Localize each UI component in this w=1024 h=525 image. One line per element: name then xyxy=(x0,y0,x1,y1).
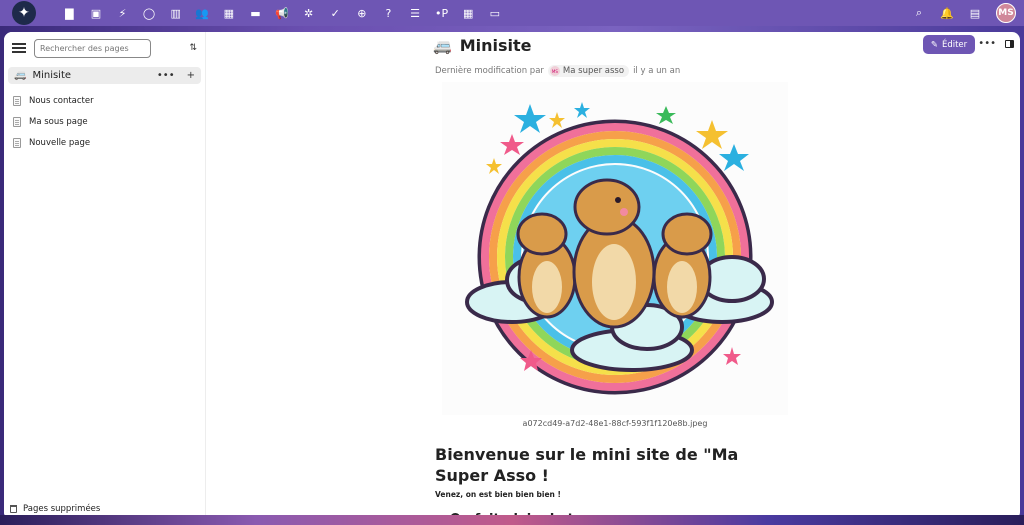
root-actions: ••• + xyxy=(157,70,195,81)
folder-icon[interactable]: ▇ xyxy=(56,0,83,26)
globe-glyph: ⊕ xyxy=(357,6,367,20)
collectives-glyph: •P xyxy=(435,6,449,20)
sidebar-item-label: Nous contacter xyxy=(29,95,94,106)
collectives-icon[interactable]: •P xyxy=(428,0,455,26)
root-page-label: Minisite xyxy=(32,70,72,81)
sidebar-item-label: Ma sous page xyxy=(29,116,88,127)
deleted-pages-label: Pages supprimées xyxy=(23,504,101,514)
image-caption: a072cd49-a7d2-48e1-88cf-593f1f120e8b.jpe… xyxy=(522,419,708,428)
last-modified: Dernière modification par MS Ma super as… xyxy=(435,65,680,77)
deck-icon[interactable]: ▥ xyxy=(162,0,189,26)
user-chip[interactable]: MS Ma super asso xyxy=(547,65,630,77)
sidebar-item-nous-contacter[interactable]: Nous contacter xyxy=(4,90,205,111)
table-icon[interactable]: ▦ xyxy=(455,0,482,26)
contacts-glyph: 👥 xyxy=(195,6,210,20)
search-circle-glyph: ◯ xyxy=(142,6,156,20)
table-glyph: ▦ xyxy=(463,6,474,20)
desktop-wallpaper-strip xyxy=(0,515,1024,525)
page-image xyxy=(442,82,788,415)
sidebar: ⇅ 🚐 Minisite ••• + Nous contacter Ma sou… xyxy=(4,32,206,520)
welcome-subtext: Venez, on est bien bien bien ! xyxy=(435,490,561,499)
deleted-pages-link[interactable]: Pages supprimées xyxy=(10,504,100,514)
pencil-icon: ✎ xyxy=(930,39,938,50)
page-icon xyxy=(13,137,21,148)
contacts-book-icon[interactable]: ▤ xyxy=(968,7,982,20)
page-icon xyxy=(13,95,21,106)
user-avatar[interactable]: MS xyxy=(996,3,1016,23)
photos-glyph: ▣ xyxy=(90,6,102,20)
more-options-icon[interactable]: ••• xyxy=(978,38,996,49)
app-launcher: ▇ ▣ ⚡ ◯ ▥ 👥 ▦ ▬ 📢 ✲ ✓ ⊕ ? ☰ •P ▦ ▭ xyxy=(56,0,508,26)
globe-icon[interactable]: ⊕ xyxy=(349,0,376,26)
help-glyph: ? xyxy=(385,6,392,20)
sidebar-root-page[interactable]: 🚐 Minisite ••• + xyxy=(8,67,201,84)
top-navigation-bar: ✦ ▇ ▣ ⚡ ◯ ▥ 👥 ▦ ▬ 📢 ✲ ✓ ⊕ ? ☰ •P ▦ ▭ ⌕ 🔔… xyxy=(0,0,1024,26)
activity-glyph: ⚡ xyxy=(118,6,127,20)
tasks-icon[interactable]: ✓ xyxy=(322,0,349,26)
contacts-icon[interactable]: 👥 xyxy=(189,0,216,26)
van-icon: 🚐 xyxy=(14,70,27,81)
add-page-icon[interactable]: + xyxy=(187,70,195,81)
inbox-glyph: ▬ xyxy=(250,6,261,20)
capybara-right xyxy=(652,212,713,319)
capybara-left xyxy=(516,212,577,319)
list-glyph: ☰ xyxy=(410,6,420,20)
announcement-icon[interactable]: 📢 xyxy=(269,0,296,26)
avatar-initials: MS xyxy=(998,8,1014,18)
circles-icon[interactable]: ✲ xyxy=(295,0,322,26)
calendar-icon[interactable]: ▦ xyxy=(216,0,243,26)
edit-button[interactable]: ✎ Éditer xyxy=(923,35,975,54)
more-actions-icon[interactable]: ••• xyxy=(157,70,175,81)
sidebar-toggle-icon[interactable] xyxy=(1005,40,1014,48)
photos-icon[interactable]: ▣ xyxy=(83,0,110,26)
inbox-icon[interactable]: ▬ xyxy=(242,0,269,26)
edit-label: Éditer xyxy=(941,39,968,50)
screen-icon[interactable]: ▭ xyxy=(482,0,509,26)
app-logo[interactable]: ✦ xyxy=(12,1,36,25)
van-icon[interactable]: 🚐 xyxy=(433,37,452,55)
sort-icon[interactable]: ⇅ xyxy=(189,43,197,53)
circles-glyph: ✲ xyxy=(304,6,314,20)
menu-icon[interactable] xyxy=(12,41,26,55)
search-circle-icon[interactable]: ◯ xyxy=(136,0,163,26)
deck-glyph: ▥ xyxy=(170,6,181,20)
sidebar-item-nouvelle-page[interactable]: Nouvelle page xyxy=(4,132,205,153)
page-title-row: 🚐 Minisite xyxy=(433,36,531,55)
welcome-heading: Bienvenue sur le mini site de "Ma Super … xyxy=(435,445,739,485)
page-list: Nous contacter Ma sous page Nouvelle pag… xyxy=(4,90,205,153)
help-icon[interactable]: ? xyxy=(375,0,402,26)
page-icon xyxy=(13,116,21,127)
topbar-right: ⌕ 🔔 ▤ MS xyxy=(912,0,1016,26)
meta-prefix: Dernière modification par xyxy=(435,66,544,76)
sidebar-item-ma-sous-page[interactable]: Ma sous page xyxy=(4,111,205,132)
page-title: Minisite xyxy=(459,36,532,55)
notification-icon[interactable]: 🔔 xyxy=(940,7,954,20)
sidebar-item-label: Nouvelle page xyxy=(29,137,91,148)
screen-glyph: ▭ xyxy=(489,6,500,20)
meta-user: Ma super asso xyxy=(562,66,625,76)
folder-glyph: ▇ xyxy=(65,6,74,20)
logo-glyph: ✦ xyxy=(18,5,30,21)
mini-avatar: MS xyxy=(549,66,560,76)
search-icon[interactable]: ⌕ xyxy=(912,6,926,20)
calendar-glyph: ▦ xyxy=(223,6,235,20)
page-content: 🚐 Minisite Dernière modification par MS … xyxy=(206,32,1020,520)
trash-icon xyxy=(10,505,17,513)
meta-time: il y a un an xyxy=(633,66,681,76)
app-window: ⇅ 🚐 Minisite ••• + Nous contacter Ma sou… xyxy=(4,32,1020,520)
tasks-glyph: ✓ xyxy=(330,6,340,20)
page-search-input[interactable] xyxy=(34,38,151,58)
list-icon[interactable]: ☰ xyxy=(402,0,429,26)
sidebar-header: ⇅ xyxy=(4,35,205,61)
announcement-glyph: 📢 xyxy=(275,6,289,20)
activity-icon[interactable]: ⚡ xyxy=(109,0,136,26)
